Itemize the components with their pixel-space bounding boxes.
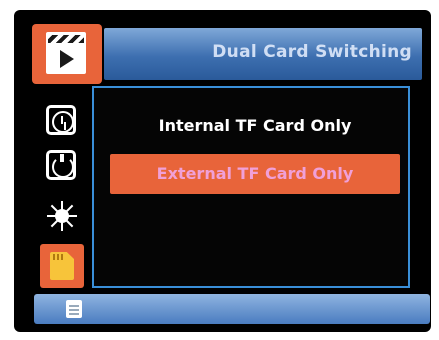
timer-icon[interactable] (46, 150, 76, 180)
status-bar (34, 294, 430, 324)
scroll-thumb-icon[interactable] (66, 300, 82, 318)
menu-title: Dual Card Switching (212, 42, 412, 62)
video-icon (46, 32, 86, 74)
clock-icon[interactable] (46, 105, 76, 135)
option-internal-tf-card[interactable]: Internal TF Card Only (110, 106, 400, 146)
option-external-tf-card[interactable]: External TF Card Only (110, 154, 400, 194)
menu-header-bar: Dual Card Switching (104, 28, 422, 80)
video-mode-tab[interactable] (32, 24, 102, 84)
submenu-panel: Internal TF Card Only External TF Card O… (92, 86, 410, 288)
sd-card-icon[interactable] (40, 244, 84, 288)
camera-screen: Dual Card Switching Internal TF Card Onl… (14, 10, 431, 332)
brightness-icon[interactable] (46, 200, 78, 232)
